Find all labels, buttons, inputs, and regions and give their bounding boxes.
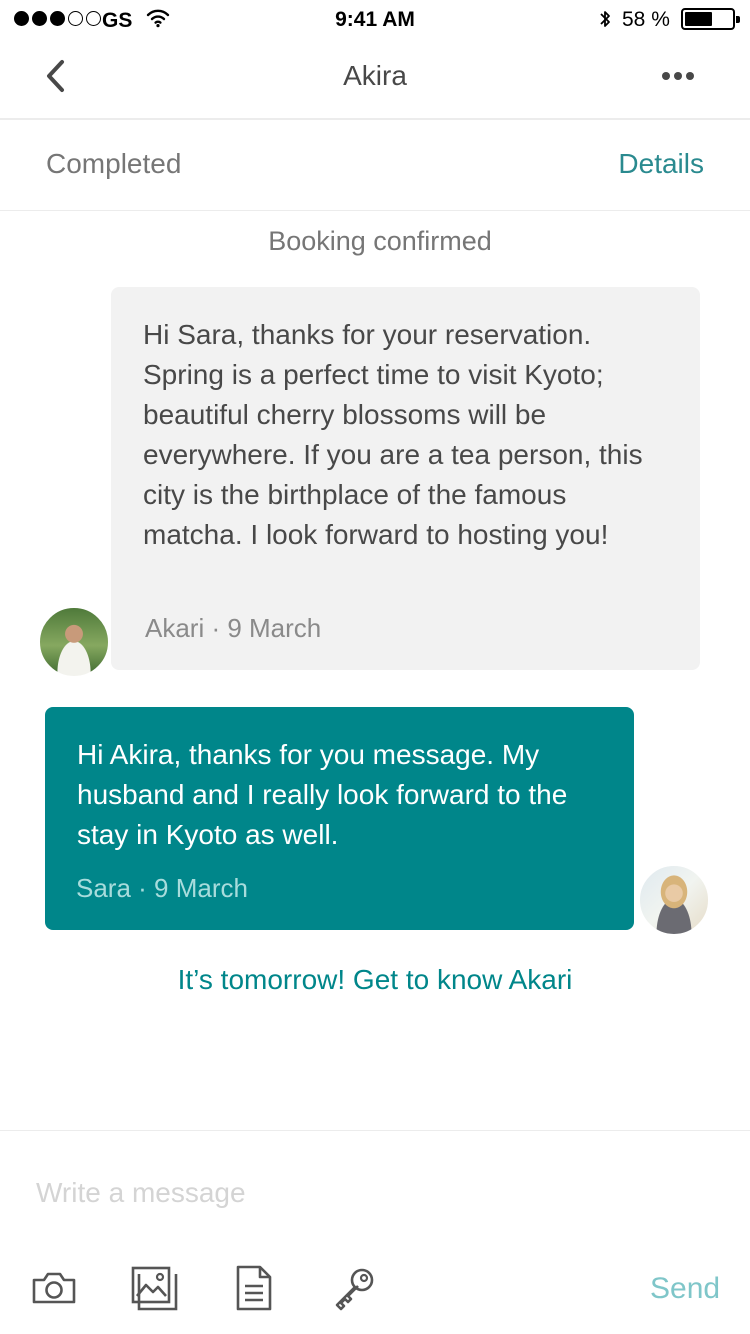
- more-options-button[interactable]: [656, 58, 700, 94]
- message-text: Hi Akira, thanks for you message. My hus…: [77, 739, 568, 850]
- message-input[interactable]: [36, 1170, 636, 1216]
- system-message: Booking confirmed: [268, 226, 492, 256]
- navigation-bar: Akira: [0, 40, 750, 120]
- bluetooth-icon: [598, 8, 612, 36]
- key-icon: [335, 1268, 374, 1311]
- photo-gallery-icon: [131, 1266, 178, 1311]
- ellipsis-icon: [662, 72, 670, 80]
- message-bubble-incoming: Hi Sara, thanks for your reservation. Sp…: [111, 287, 700, 670]
- document-button[interactable]: [230, 1264, 278, 1312]
- message-text: Hi Sara, thanks for your reservation. Sp…: [143, 319, 643, 550]
- details-link[interactable]: Details: [618, 148, 704, 180]
- camera-icon: [32, 1272, 76, 1304]
- status-bar: GS 9:41 AM 58 %: [0, 0, 750, 40]
- message-bubble-outgoing: Hi Akira, thanks for you message. My hus…: [45, 707, 634, 930]
- send-button[interactable]: Send: [650, 1272, 720, 1306]
- get-to-know-host-link[interactable]: It’s tomorrow! Get to know Akari: [0, 964, 750, 996]
- photo-library-button[interactable]: [130, 1264, 178, 1312]
- battery-icon: [681, 8, 740, 30]
- key-button[interactable]: [330, 1264, 378, 1312]
- reservation-header: Completed Details: [0, 120, 750, 211]
- battery-percentage: 58 %: [622, 8, 670, 31]
- conversation-title: Akira: [343, 60, 407, 91]
- guest-avatar[interactable]: [637, 863, 711, 937]
- message-meta: Sara · 9 March: [76, 873, 248, 903]
- composer-divider: [0, 1130, 750, 1131]
- message-meta: Akari · 9 March: [145, 613, 322, 643]
- document-icon: [236, 1265, 272, 1311]
- camera-button[interactable]: [30, 1264, 78, 1312]
- host-avatar[interactable]: [37, 605, 111, 679]
- reservation-status: Completed: [46, 148, 182, 179]
